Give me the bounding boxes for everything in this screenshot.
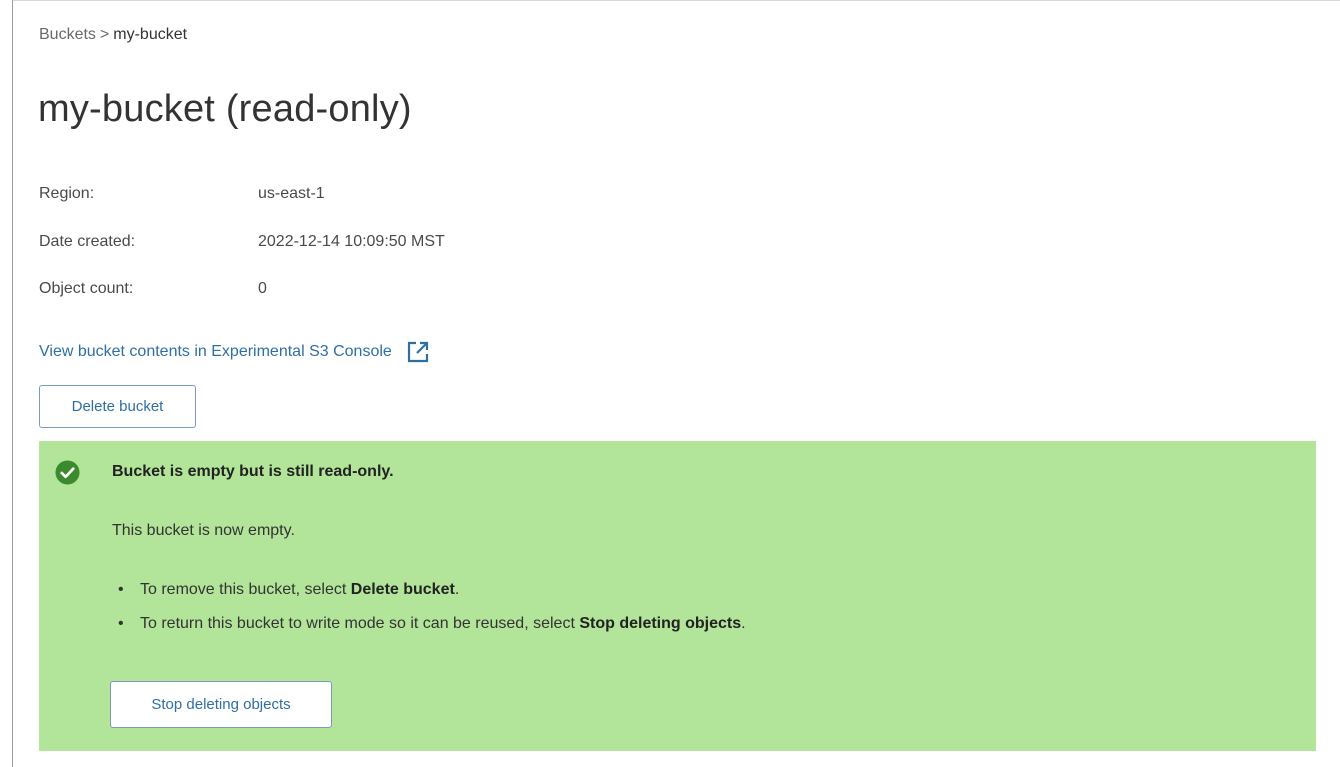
bullet: •	[118, 581, 124, 598]
detail-row-date-created: Date created: 2022-12-14 10:09:50 MST	[39, 233, 445, 281]
detail-label: Date created:	[39, 232, 136, 250]
alert-title: Bucket is empty but is still read-only.	[112, 463, 394, 480]
view-bucket-contents-link[interactable]: View bucket contents in Experimental S3 …	[39, 340, 430, 364]
success-alert: Bucket is empty but is still read-only. …	[39, 441, 1316, 751]
instruction-text: To remove this bucket, select Delete buc…	[140, 581, 460, 598]
bullet: •	[118, 615, 124, 632]
breadcrumb-buckets-link[interactable]: Buckets	[39, 26, 96, 43]
breadcrumb-current: my-bucket	[113, 26, 188, 43]
emphasis-delete-bucket: Delete bucket	[350, 581, 455, 598]
detail-label: Object count:	[39, 280, 134, 297]
detail-value: 2022-12-14 10:09:50 MST	[258, 232, 445, 250]
console-link-label: View bucket contents in Experimental S3 …	[39, 343, 392, 360]
alert-body: This bucket is now empty.	[112, 522, 295, 539]
list-item: • To return this bucket to write mode so…	[112, 615, 746, 649]
bucket-details: Region: us-east-1 Date created: 2022-12-…	[39, 185, 445, 328]
emphasis-stop-deleting: Stop deleting objects	[579, 615, 742, 632]
page-title: my-bucket (read-only)	[38, 88, 412, 130]
instruction-text: To return this bucket to write mode so i…	[140, 615, 746, 632]
list-item: • To remove this bucket, select Delete b…	[112, 581, 746, 615]
detail-value: 0	[258, 280, 267, 297]
breadcrumb-separator: >	[99, 26, 110, 43]
external-link-icon	[407, 341, 428, 363]
breadcrumb: Buckets > my-bucket	[39, 26, 187, 44]
detail-row-region: Region: us-east-1	[39, 185, 445, 233]
detail-value: us-east-1	[258, 185, 325, 202]
check-circle-icon	[55, 460, 80, 485]
detail-row-object-count: Object count: 0	[39, 280, 445, 328]
stop-deleting-objects-button[interactable]: Stop deleting objects	[110, 681, 332, 728]
detail-label: Region:	[39, 185, 95, 202]
alert-instructions: • To remove this bucket, select Delete b…	[112, 581, 746, 649]
delete-bucket-button[interactable]: Delete bucket	[39, 385, 196, 428]
